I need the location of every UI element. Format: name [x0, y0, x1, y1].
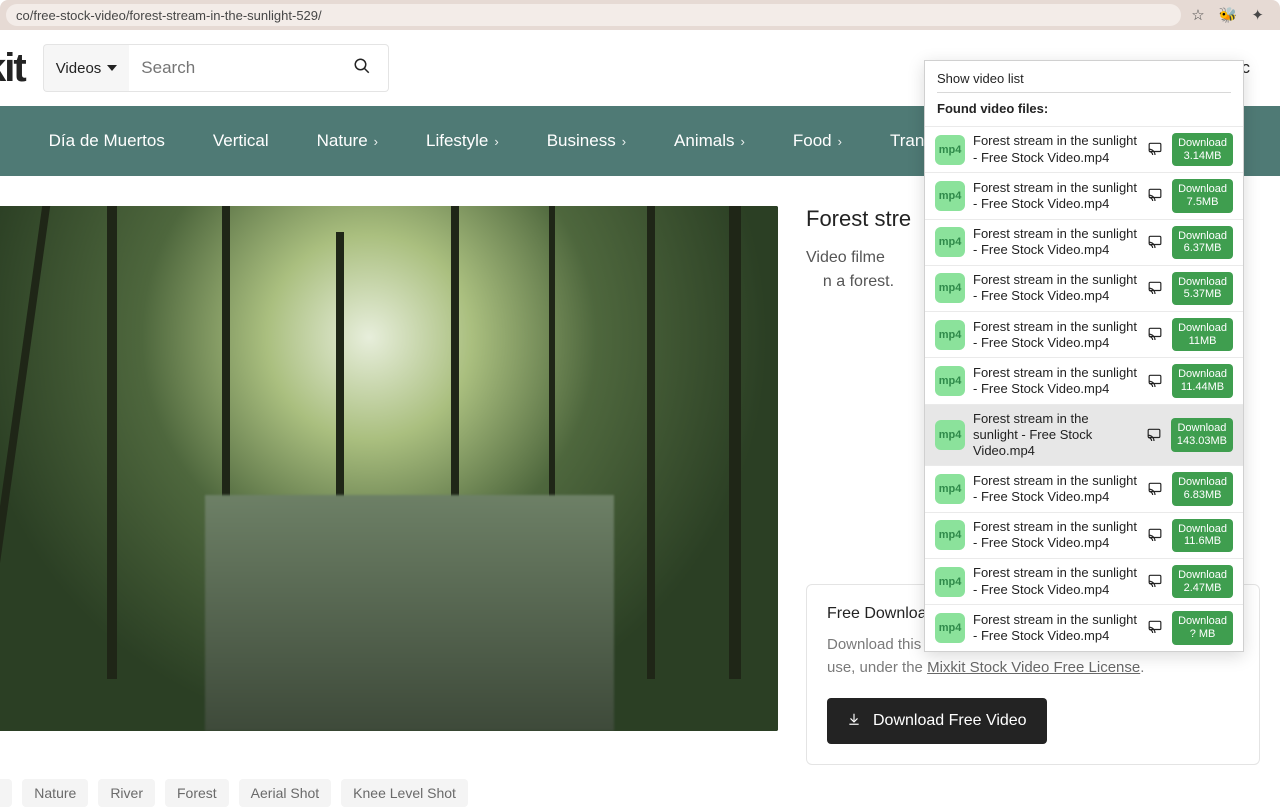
cast-icon[interactable] — [1146, 141, 1164, 158]
download-file-button[interactable]: Download? MB — [1172, 611, 1233, 644]
cast-icon[interactable] — [1146, 527, 1164, 544]
tag[interactable]: Knee Level Shot — [341, 779, 468, 807]
download-file-button[interactable]: Download11MB — [1172, 318, 1233, 351]
star-icon[interactable]: ☆ — [1191, 6, 1204, 24]
download-file-button[interactable]: Download11.44MB — [1172, 364, 1233, 397]
browser-actions: ☆ 🐝 ✦ — [1181, 6, 1274, 24]
video-preview[interactable] — [0, 206, 778, 731]
puzzle-icon[interactable]: ✦ — [1251, 6, 1264, 24]
tag[interactable]: Forest — [165, 779, 229, 807]
url-text: co/free-stock-video/forest-stream-in-the… — [16, 8, 322, 23]
category-item[interactable]: Nature› — [317, 131, 378, 151]
download-file-button[interactable]: Download7.5MB — [1172, 179, 1233, 212]
ext-file-row[interactable]: mp4 Forest stream in the sunlight - Free … — [925, 512, 1243, 558]
format-badge: mp4 — [935, 567, 965, 597]
download-icon — [847, 712, 861, 730]
ext-file-list: mp4 Forest stream in the sunlight - Free … — [925, 126, 1243, 651]
file-name: Forest stream in the sunlight - Free Sto… — [973, 319, 1138, 352]
cast-icon[interactable] — [1146, 234, 1164, 251]
search-input[interactable] — [129, 44, 389, 92]
tag[interactable]: Nature — [22, 779, 88, 807]
ext-found-label: Found video files: — [937, 93, 1231, 120]
file-name: Forest stream in the sunlight - Free Sto… — [973, 473, 1138, 506]
file-name: Forest stream in the sunlight - Free Sto… — [973, 180, 1138, 213]
category-dropdown-label: Videos — [56, 60, 102, 77]
file-name: Forest stream in the sunlight - Free Sto… — [973, 365, 1138, 398]
download-file-button[interactable]: Download3.14MB — [1172, 133, 1233, 166]
format-badge: mp4 — [935, 420, 965, 450]
category-item[interactable]: Vertical — [213, 131, 269, 151]
category-item[interactable]: ween — [0, 131, 1, 151]
ext-file-row[interactable]: mp4 Forest stream in the sunlight - Free … — [925, 357, 1243, 403]
ext-file-row[interactable]: mp4 Forest stream in the sunlight - Free … — [925, 558, 1243, 604]
url-bar[interactable]: co/free-stock-video/forest-stream-in-the… — [6, 4, 1181, 26]
download-button-label: Download Free Video — [873, 712, 1027, 730]
category-item[interactable]: Lifestyle› — [426, 131, 499, 151]
chevron-right-icon: › — [494, 134, 498, 149]
chevron-right-icon: › — [838, 134, 842, 149]
download-file-button[interactable]: Download11.6MB — [1172, 519, 1233, 552]
chevron-down-icon — [107, 65, 117, 71]
download-file-button[interactable]: Download2.47MB — [1172, 565, 1233, 598]
ext-file-row[interactable]: mp4 Forest stream in the sunlight - Free … — [925, 126, 1243, 172]
download-file-button[interactable]: Download143.03MB — [1171, 418, 1233, 451]
cast-icon[interactable] — [1145, 427, 1163, 444]
browser-chrome: co/free-stock-video/forest-stream-in-the… — [0, 0, 1280, 30]
ext-file-row[interactable]: mp4 Forest stream in the sunlight - Free … — [925, 172, 1243, 218]
download-button[interactable]: Download Free Video — [827, 698, 1047, 744]
cast-icon[interactable] — [1146, 573, 1164, 590]
category-item[interactable]: Food› — [793, 131, 842, 151]
format-badge: mp4 — [935, 366, 965, 396]
cast-icon[interactable] — [1146, 280, 1164, 297]
cast-icon[interactable] — [1146, 481, 1164, 498]
ext-file-row[interactable]: mp4 Forest stream in the sunlight - Free … — [925, 219, 1243, 265]
ext-show-list[interactable]: Show video list — [937, 71, 1231, 93]
ext-file-row[interactable]: mp4 Forest stream in the sunlight - Free … — [925, 265, 1243, 311]
format-badge: mp4 — [935, 181, 965, 211]
file-name: Forest stream in the sunlight - Free Sto… — [973, 565, 1138, 598]
license-link[interactable]: Mixkit Stock Video Free License — [927, 659, 1140, 676]
download-file-button[interactable]: Download5.37MB — [1172, 272, 1233, 305]
format-badge: mp4 — [935, 227, 965, 257]
chevron-right-icon: › — [622, 134, 626, 149]
download-file-button[interactable]: Download6.37MB — [1172, 226, 1233, 259]
category-item[interactable]: Animals› — [674, 131, 745, 151]
cast-icon[interactable] — [1146, 326, 1164, 343]
category-dropdown[interactable]: Videos — [43, 44, 130, 92]
format-badge: mp4 — [935, 474, 965, 504]
file-name: Forest stream in the sunlight - Free Sto… — [973, 226, 1138, 259]
cast-icon[interactable] — [1146, 187, 1164, 204]
file-name: Forest stream in the sunlight - Free Sto… — [973, 411, 1137, 460]
ext-file-row[interactable]: mp4 Forest stream in the sunlight - Free … — [925, 604, 1243, 650]
file-name: Forest stream in the sunlight - Free Sto… — [973, 519, 1138, 552]
tag[interactable]: Aerial Shot — [239, 779, 331, 807]
category-item[interactable]: Business› — [547, 131, 626, 151]
category-item[interactable]: Día de Muertos — [49, 131, 165, 151]
search-icon[interactable] — [353, 57, 371, 80]
format-badge: mp4 — [935, 613, 965, 643]
site-logo[interactable]: kit — [0, 46, 25, 91]
ext-file-row[interactable]: mp4 Forest stream in the sunlight - Free … — [925, 404, 1243, 466]
file-name: Forest stream in the sunlight - Free Sto… — [973, 133, 1138, 166]
format-badge: mp4 — [935, 273, 965, 303]
ext-file-row[interactable]: mp4 Forest stream in the sunlight - Free … — [925, 311, 1243, 357]
chevron-right-icon: › — [741, 134, 745, 149]
file-name: Forest stream in the sunlight - Free Sto… — [973, 612, 1138, 645]
chevron-right-icon: › — [374, 134, 378, 149]
cast-icon[interactable] — [1146, 619, 1164, 636]
tag-list: Tree Nature River Forest Aerial Shot Knee Lev… — [0, 779, 1280, 807]
format-badge: mp4 — [935, 135, 965, 165]
format-badge: mp4 — [935, 320, 965, 350]
cast-icon[interactable] — [1146, 373, 1164, 390]
search-wrap: Videos — [43, 44, 372, 92]
extension-icon[interactable]: 🐝 — [1219, 6, 1238, 24]
extension-popup: Show video list Found video files: mp4 Fo… — [924, 60, 1244, 652]
file-name: Forest stream in the sunlight - Free Sto… — [973, 272, 1138, 305]
tag[interactable]: Tree — [0, 779, 12, 807]
tag[interactable]: River — [98, 779, 155, 807]
format-badge: mp4 — [935, 520, 965, 550]
download-file-button[interactable]: Download6.83MB — [1172, 472, 1233, 505]
ext-file-row[interactable]: mp4 Forest stream in the sunlight - Free … — [925, 465, 1243, 511]
